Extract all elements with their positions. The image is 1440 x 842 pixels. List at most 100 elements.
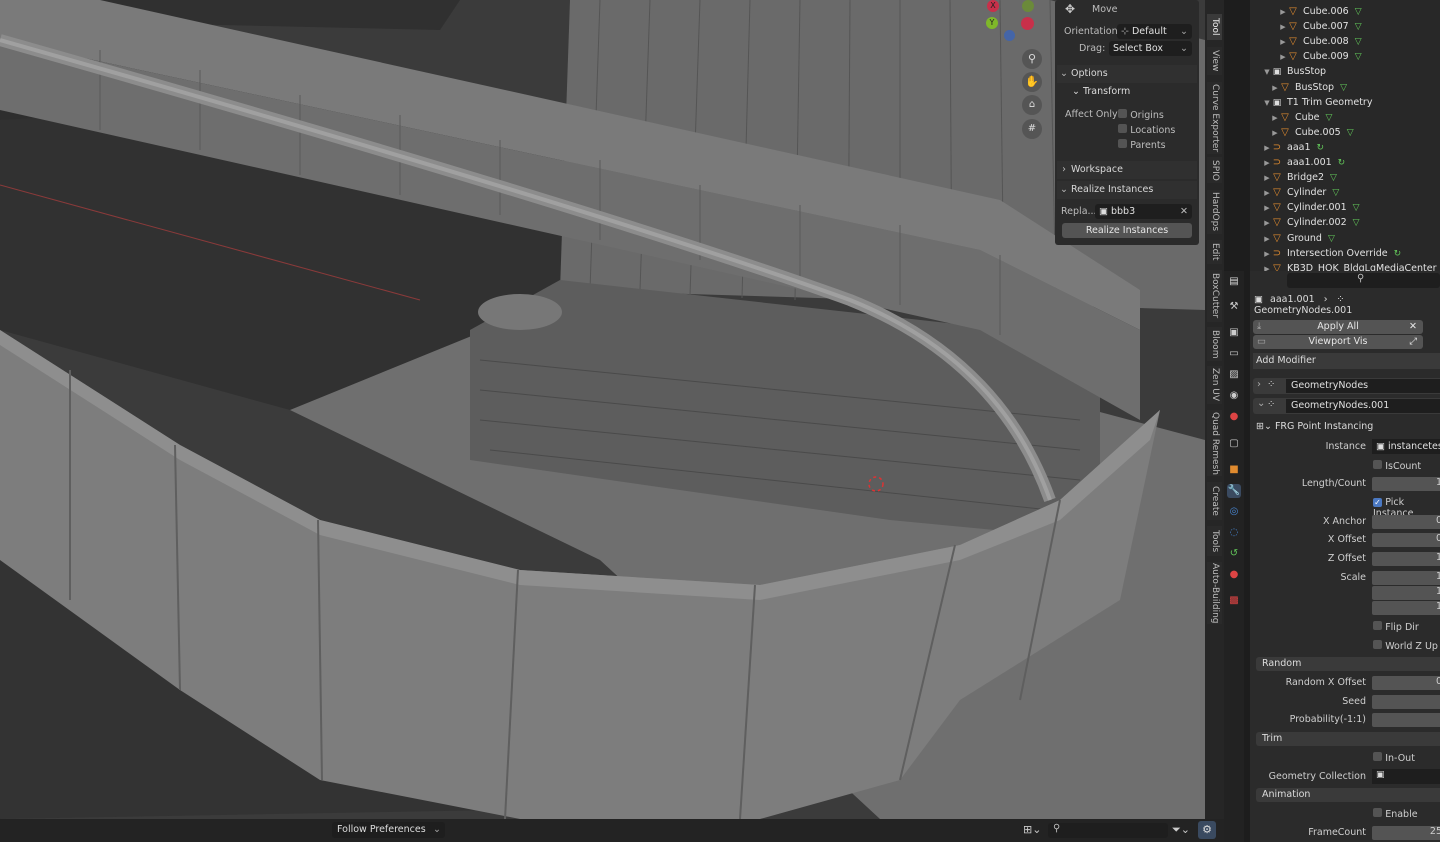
length-count-field[interactable]: 1 xyxy=(1372,477,1440,491)
disclosure-collapsed-icon[interactable]: ▶ xyxy=(1262,262,1272,271)
modifier-name-field[interactable]: GeometryNodes.001 xyxy=(1286,399,1440,413)
tab-spio[interactable]: SPIO xyxy=(1207,157,1222,183)
texture-icon[interactable]: ▩ xyxy=(1227,594,1241,608)
modifier-geometrynodes[interactable]: › ⁘ GeometryNodes xyxy=(1253,378,1440,394)
realize-instances-section-header[interactable]: ⌄ Realize Instances xyxy=(1057,181,1197,199)
mesh-data-icon[interactable]: ▽ xyxy=(1355,52,1362,62)
replace-object-field[interactable]: ▣ bbb3 ✕ xyxy=(1095,204,1192,219)
display-mode-icon[interactable]: ⊞⌄ xyxy=(1023,823,1041,836)
trim-section[interactable]: Trim xyxy=(1256,732,1440,746)
x-anchor-field[interactable]: 0 xyxy=(1372,515,1440,529)
outliner-item[interactable]: ▶ ▽ Cube.009 ▽ xyxy=(1278,49,1362,65)
mesh-data-icon[interactable]: ▽ xyxy=(1330,173,1337,183)
disclosure-collapsed-icon[interactable]: ▶ xyxy=(1262,186,1272,201)
modifier-name-field[interactable]: GeometryNodes xyxy=(1286,379,1440,393)
disclosure-collapsed-icon[interactable]: ▶ xyxy=(1278,50,1288,65)
outliner-item[interactable]: ▶ ⊃ aaa1 ↻ xyxy=(1262,140,1324,155)
z-offset-field[interactable]: 1 xyxy=(1372,552,1440,566)
settings-gear-icon[interactable]: ⚙ xyxy=(1198,821,1216,839)
enable-checkbox[interactable]: Enable xyxy=(1373,808,1418,820)
outliner-item[interactable]: ▶ ▽ Cylinder ▽ xyxy=(1262,185,1339,200)
disclosure-collapsed-icon[interactable]: ▶ xyxy=(1270,81,1280,96)
options-section-header[interactable]: ⌄ Options xyxy=(1057,65,1197,83)
3d-viewport[interactable]: X Y ⚲ ✋ ⌂ # xyxy=(0,0,1205,819)
navigation-gizmo[interactable]: X Y xyxy=(986,0,1036,41)
footer-search-field[interactable]: ⚲ xyxy=(1048,823,1168,838)
flip-dir-checkbox[interactable]: Flip Dir xyxy=(1373,621,1419,633)
follow-preferences-dropdown[interactable]: Follow Preferences ⌄ xyxy=(332,822,445,838)
pan-hand-icon[interactable]: ✋ xyxy=(1022,72,1042,92)
scale-x-field[interactable]: 1 xyxy=(1372,571,1440,585)
curve-data-icon[interactable]: ↻ xyxy=(1317,143,1325,153)
tab-auto-building[interactable]: Auto-Building xyxy=(1207,562,1222,624)
disclosure-collapsed-icon[interactable]: ▶ xyxy=(1262,171,1272,186)
particles-icon[interactable]: ◎ xyxy=(1227,505,1241,519)
random-section[interactable]: Random xyxy=(1256,657,1440,671)
gizmo-x-axis[interactable]: X xyxy=(987,0,999,12)
scene-icon[interactable]: ◉ xyxy=(1227,389,1241,403)
outliner-item[interactable]: ▶ ▽ Cube.006 ▽ xyxy=(1278,4,1362,20)
tab-hardops[interactable]: HardOps xyxy=(1207,190,1222,234)
scale-y-field[interactable]: 1 xyxy=(1372,586,1440,600)
output-icon[interactable]: ▭ xyxy=(1227,347,1241,361)
tab-tools[interactable]: Tools xyxy=(1207,526,1222,556)
world-z-up-checkbox[interactable]: World Z Up xyxy=(1373,640,1438,652)
tab-edit[interactable]: Edit xyxy=(1207,240,1222,264)
animation-section[interactable]: Animation xyxy=(1256,788,1440,802)
x-offset-field[interactable]: 0 xyxy=(1372,533,1440,547)
disclosure-collapsed-icon[interactable]: ▶ xyxy=(1262,247,1272,262)
tool-icon[interactable]: ⚒ xyxy=(1227,300,1241,314)
disclosure-expanded-icon[interactable]: ▼ xyxy=(1262,65,1272,80)
instance-field[interactable]: ▣ instancetes xyxy=(1372,439,1440,454)
gizmo-z-axis[interactable] xyxy=(1004,30,1015,41)
render-icon[interactable]: ▣ xyxy=(1227,326,1241,340)
transform-subsection[interactable]: ⌄ Transform xyxy=(1072,86,1130,97)
outliner-item[interactable]: ▶ ▽ Cylinder.001 ▽ xyxy=(1262,200,1359,215)
orientation-dropdown[interactable]: ⊹ Default ⌄ xyxy=(1117,24,1192,39)
outliner-item[interactable]: ▶ ▽ BusStop ▽ xyxy=(1270,80,1347,95)
tab-quad-remesh[interactable]: Quad Remesh xyxy=(1207,410,1222,476)
node-group-selector[interactable]: ⊞⌄ FRG Point Instancing xyxy=(1256,421,1373,432)
realize-instances-button[interactable]: Realize Instances xyxy=(1062,223,1192,238)
outliner-item[interactable]: ▼ ▣ T1 Trim Geometry xyxy=(1262,95,1372,110)
tab-bloom[interactable]: Bloom xyxy=(1207,327,1222,361)
disclosure-collapsed-icon[interactable]: ▶ xyxy=(1270,126,1280,141)
add-modifier-button[interactable]: Add Modifier xyxy=(1253,353,1440,369)
tab-create[interactable]: Create xyxy=(1207,482,1222,520)
tab-zen-uv[interactable]: Zen UV xyxy=(1207,366,1222,404)
constraints-icon[interactable]: ↺ xyxy=(1227,547,1241,561)
disclosure-collapsed-icon[interactable]: ▶ xyxy=(1278,20,1288,35)
mesh-data-icon[interactable]: ▽ xyxy=(1340,83,1347,93)
mesh-data-icon[interactable]: ▽ xyxy=(1355,22,1362,32)
gizmo-neg-y-axis[interactable] xyxy=(1022,0,1034,12)
disclosure-collapsed-icon[interactable]: ▶ xyxy=(1278,5,1288,20)
tab-tool[interactable]: Tool xyxy=(1207,14,1222,40)
random-x-offset-field[interactable]: 0 xyxy=(1372,676,1440,690)
tab-view[interactable]: View xyxy=(1207,47,1222,75)
disclosure-collapsed-icon[interactable]: ▶ xyxy=(1270,111,1280,126)
properties-search-field[interactable]: ⚲ xyxy=(1287,273,1440,288)
viewport-vis-button[interactable]: ▭ Viewport Vis ⤢ xyxy=(1253,335,1423,349)
world-icon[interactable]: ● xyxy=(1227,410,1241,424)
mesh-data-icon[interactable]: ▽ xyxy=(1355,37,1362,47)
close-icon[interactable]: ✕ xyxy=(1180,204,1188,219)
tab-curve-exporter[interactable]: Curve Exporter xyxy=(1207,82,1222,154)
outliner-item[interactable]: ▼ ▣ BusStop xyxy=(1262,64,1326,79)
physics-icon[interactable]: ◌ xyxy=(1227,526,1241,540)
scale-z-field[interactable]: 1 xyxy=(1372,601,1440,615)
view-layer-icon[interactable]: ▨ xyxy=(1227,368,1241,382)
outliner-item[interactable]: ▶ ▽ Cylinder.002 ▽ xyxy=(1262,215,1359,231)
framecount-field[interactable]: 25 xyxy=(1372,826,1440,840)
grid-perspective-icon[interactable]: # xyxy=(1022,119,1042,139)
apply-all-button[interactable]: ⤓ Apply All ✕ xyxy=(1253,320,1423,334)
disclosure-collapsed-icon[interactable]: ▶ xyxy=(1262,216,1272,231)
outliner-item[interactable]: ▶ ▽ Bridge2 ▽ xyxy=(1262,170,1337,185)
disclosure-collapsed-icon[interactable]: ▶ xyxy=(1262,156,1272,171)
mesh-data-icon[interactable]: ▽ xyxy=(1355,7,1362,17)
modifier-geometrynodes-001[interactable]: ⌄ ⁘ GeometryNodes.001 xyxy=(1253,398,1440,414)
disclosure-collapsed-icon[interactable]: ▶ xyxy=(1262,232,1272,247)
camera-icon[interactable]: ⌂ xyxy=(1022,95,1042,115)
zoom-icon[interactable]: ⚲ xyxy=(1022,49,1042,69)
mesh-data-icon[interactable]: ▽ xyxy=(1328,234,1335,244)
modifier-wrench-icon[interactable]: 🔧 xyxy=(1227,484,1241,498)
